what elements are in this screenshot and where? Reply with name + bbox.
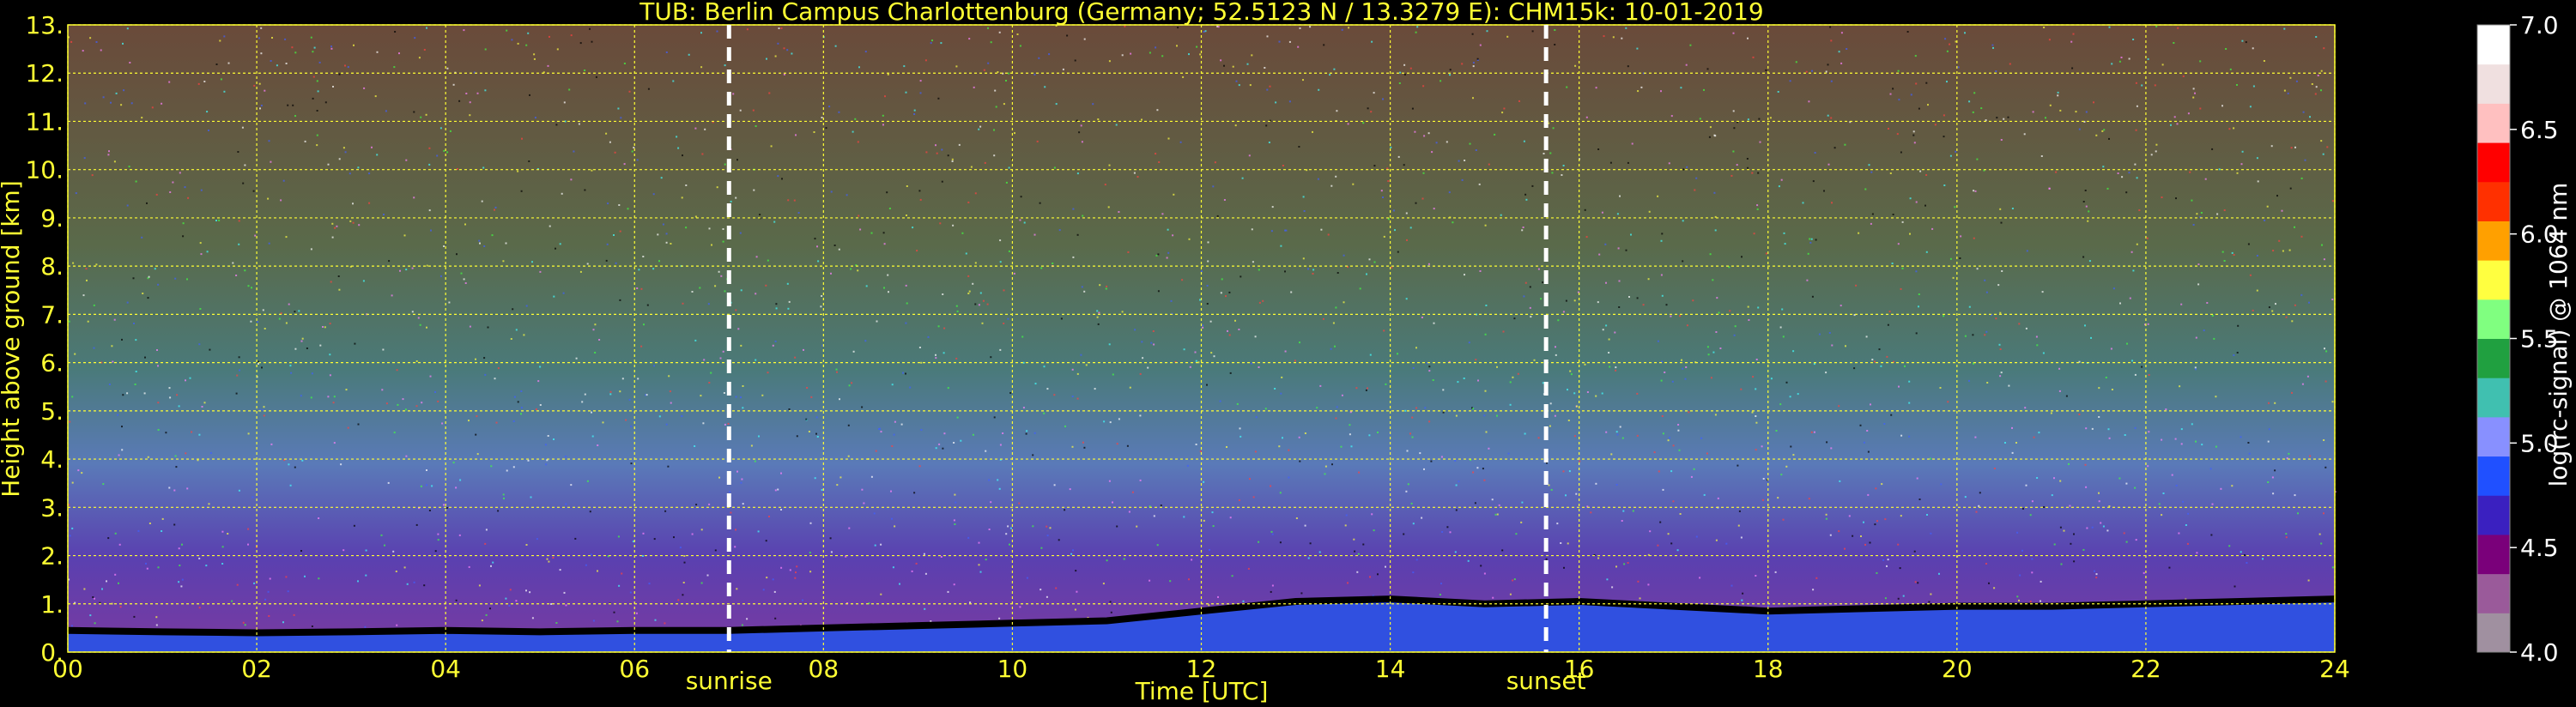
colorbar-segment [2477,573,2510,613]
x-tick-label: 24 [2319,655,2350,683]
x-tick-label: 16 [1564,655,1595,683]
y-tick-label: 12. [25,59,64,88]
colorbar-segment [2477,613,2510,653]
y-tick-label: 3. [40,493,64,522]
y-tick-label: 0. [40,638,64,667]
colorbar-segment [2477,534,2510,575]
colorbar-segment [2477,25,2510,65]
colorbar-segment [2477,260,2510,300]
colorbar-segment [2477,299,2510,339]
x-tick-label: 02 [241,655,272,683]
y-axis: 0. 1. 2. 3. 4. 5. 6. 7. 8. 9. 10. 11. 12. 13. [25,11,64,667]
colorbar-segment [2477,456,2510,496]
colorbar-tick-label: 7.0 [2520,11,2559,39]
colorbar-segment [2477,338,2510,378]
y-tick-label: 13. [25,11,64,39]
x-tick-label: 08 [809,655,839,683]
y-tick-label: 4. [40,445,64,474]
colorbar-segment [2477,181,2510,221]
y-tick-label: 5. [40,397,64,426]
x-tick-label: 22 [2131,655,2161,683]
colorbar-segment [2477,221,2510,261]
y-tick-label: 8. [40,252,64,281]
x-tick-label: 20 [1942,655,1973,683]
colorbar-label: log(rc-signal) @ 1064 nm [2544,183,2573,487]
colorbar-tick-label: 6.5 [2520,116,2559,144]
x-tick-label: 06 [619,655,650,683]
colorbar-tick-label: 4.0 [2520,638,2559,667]
chart-title: TUB: Berlin Campus Charlottenburg (Germa… [639,0,1763,26]
y-tick-label: 6. [40,349,64,378]
x-tick-label: 04 [430,655,461,683]
y-tick-label: 2. [40,542,64,571]
x-axis-label: Time [UTC] [1135,677,1269,705]
y-tick-label: 10. [25,156,64,184]
y-tick-label: 11. [25,107,64,136]
colorbar-segment [2477,63,2510,104]
y-axis-label: Height above ground [km] [0,180,25,498]
colorbar-segment [2477,103,2510,143]
x-tick-label: 10 [997,655,1028,683]
colorbar-segment [2477,378,2510,418]
colorbar-segment [2477,142,2510,183]
x-tick-label: 14 [1375,655,1406,683]
y-tick-label: 9. [40,204,64,233]
y-tick-label: 7. [40,300,64,329]
annotation-label: sunrise [686,667,773,695]
colorbar-segment [2477,495,2510,535]
y-tick-label: 1. [40,590,64,619]
ceilometer-chart: sunrise sunset 00 02 04 06 08 10 12 14 16 18 20 22 24… [0,0,2573,705]
colorbar-tick-label: 4.5 [2520,534,2559,562]
x-tick-label: 18 [1753,655,1784,683]
colorbar-segment [2477,416,2510,457]
